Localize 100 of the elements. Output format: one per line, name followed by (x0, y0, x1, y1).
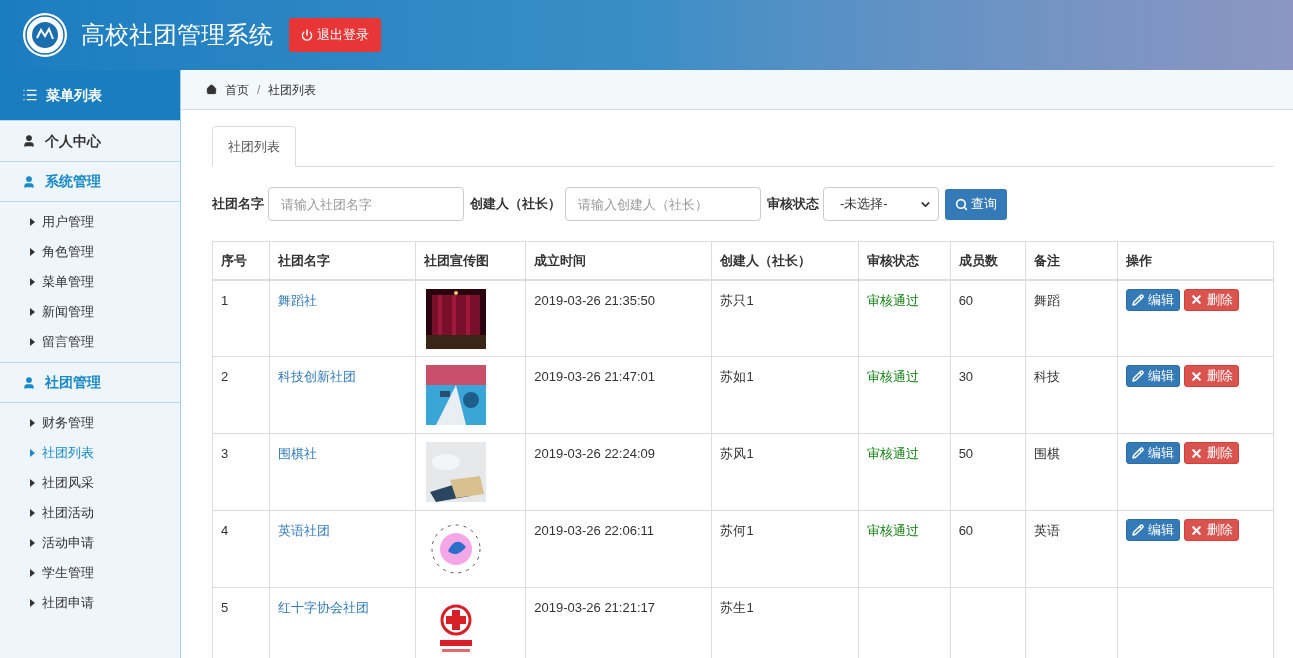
pencil-icon (1131, 447, 1144, 459)
tab[interactable]: 社团列表 (212, 126, 296, 167)
caret-icon (30, 509, 35, 517)
sidebar-section[interactable]: 社团管理 (0, 363, 180, 403)
sidebar-item[interactable]: 用户管理 (0, 207, 180, 237)
table-cell: 3 (212, 433, 270, 511)
sidebar-item[interactable]: 社团申请 (0, 588, 180, 618)
column-header: 成立时间 (525, 241, 712, 280)
column-header: 备注 (1025, 241, 1118, 280)
caret-icon (30, 248, 35, 256)
caret-icon (30, 278, 35, 286)
table-cell: 5 (212, 587, 270, 658)
column-header: 操作 (1117, 241, 1274, 280)
table-cell: 苏只1 (711, 279, 859, 357)
column-header: 创建人（社长） (711, 241, 859, 280)
caret-icon (30, 449, 35, 457)
table-cell: 4 (212, 510, 270, 588)
delete-button[interactable]: 删除 (1183, 519, 1239, 541)
sidebar-item[interactable]: 活动申请 (0, 528, 180, 558)
table-cell: 英语 (1025, 510, 1118, 588)
club-link[interactable]: 围棋社 (278, 446, 318, 461)
table-cell: 2019-03-26 22:24:09 (525, 433, 712, 511)
edit-button[interactable]: 编辑 (1125, 288, 1180, 311)
table-cell: 科技 (1025, 356, 1118, 434)
caret-icon (30, 419, 35, 427)
delete-button[interactable]: 删除 (1183, 365, 1239, 387)
list-icon (22, 87, 38, 103)
close-icon (1189, 446, 1203, 460)
edit-button[interactable]: 编辑 (1125, 365, 1180, 387)
table-cell: 1 (212, 279, 270, 357)
column-header: 社团名字 (269, 241, 416, 280)
column-header: 序号 (212, 241, 270, 280)
caret-icon (30, 569, 35, 577)
table-cell: 60 (950, 279, 1026, 357)
logout-button[interactable]: 退出登录 (289, 18, 381, 52)
status-text: 审核通过 (866, 292, 919, 308)
close-icon (1189, 293, 1203, 306)
club-link[interactable]: 舞蹈社 (278, 292, 318, 308)
field-label: 审核状态 (767, 195, 819, 214)
sidebar-item[interactable]: 财务管理 (0, 408, 180, 438)
status-text: 审核通过 (866, 446, 919, 461)
club-link[interactable]: 红十字协会社团 (278, 600, 370, 615)
caret-icon (30, 338, 35, 346)
status-text: 审核通过 (866, 369, 919, 384)
table-cell: 围棋 (1025, 433, 1118, 511)
close-icon (1189, 369, 1203, 383)
edit-button[interactable]: 编辑 (1125, 519, 1180, 541)
field-label: 创建人（社长） (470, 195, 561, 214)
delete-button[interactable]: 删除 (1183, 442, 1239, 464)
sidebar-item[interactable]: 留言管理 (0, 327, 180, 357)
caret-icon (30, 308, 35, 316)
user-icon (22, 375, 36, 390)
sidebar-title: 菜单列表 (46, 85, 102, 105)
pencil-icon (1131, 370, 1144, 382)
edit-button[interactable]: 编辑 (1125, 442, 1180, 464)
field-label: 社团名字 (212, 195, 264, 214)
search-field[interactable]: 请输入社团名字 (268, 187, 464, 221)
home-icon (206, 84, 217, 95)
search-icon (955, 197, 968, 211)
table-cell: 苏如1 (711, 356, 859, 434)
table-cell: 2019-03-26 21:47:01 (525, 356, 712, 434)
breadcrumb-link[interactable]: 社团列表 (268, 80, 317, 99)
table-cell: 苏何1 (711, 510, 859, 588)
user-icon (22, 134, 36, 148)
club-link[interactable]: 科技创新社团 (278, 369, 357, 384)
search-field[interactable]: 请输入创建人（社长） (565, 187, 761, 221)
column-header: 审核状态 (858, 241, 951, 280)
logo-icon (22, 12, 68, 58)
close-icon (1189, 523, 1203, 537)
sidebar-item[interactable]: 学生管理 (0, 558, 180, 588)
sidebar-item[interactable]: 社团列表 (0, 438, 180, 468)
sidebar-item[interactable]: 社团活动 (0, 498, 180, 528)
search-button[interactable]: 查询 (945, 188, 1007, 220)
caret-icon (30, 479, 35, 487)
breadcrumb-separator: / (257, 81, 261, 99)
column-header: 社团宣传图 (415, 241, 526, 280)
table-cell: 2019-03-26 22:06:11 (525, 510, 712, 588)
table-cell: 30 (950, 356, 1026, 434)
table-cell: 60 (950, 510, 1026, 588)
sidebar-item[interactable]: 菜单管理 (0, 267, 180, 297)
club-link[interactable]: 英语社团 (278, 523, 331, 538)
delete-button[interactable]: 删除 (1183, 288, 1239, 311)
sidebar-item[interactable]: 新闻管理 (0, 297, 180, 327)
pencil-icon (1131, 293, 1144, 306)
caret-icon (30, 539, 35, 547)
sidebar-section[interactable]: 系统管理 (0, 162, 180, 202)
table-cell: 2 (212, 356, 270, 434)
breadcrumb-link[interactable]: 首页 (225, 80, 249, 99)
caret-icon (30, 218, 35, 226)
pencil-icon (1131, 524, 1144, 536)
table-cell: 舞蹈 (1025, 279, 1118, 357)
table-cell: 50 (950, 433, 1026, 511)
sidebar-item[interactable]: 角色管理 (0, 237, 180, 267)
sidebar-section[interactable]: 个人中心 (0, 121, 180, 161)
sidebar-item[interactable]: 社团风采 (0, 468, 180, 498)
caret-icon (30, 599, 35, 607)
app-title: 高校社团管理系统 (81, 20, 273, 50)
status-text: 审核通过 (866, 523, 919, 538)
power-icon (301, 29, 313, 41)
status-select[interactable]: -未选择- (823, 187, 939, 221)
